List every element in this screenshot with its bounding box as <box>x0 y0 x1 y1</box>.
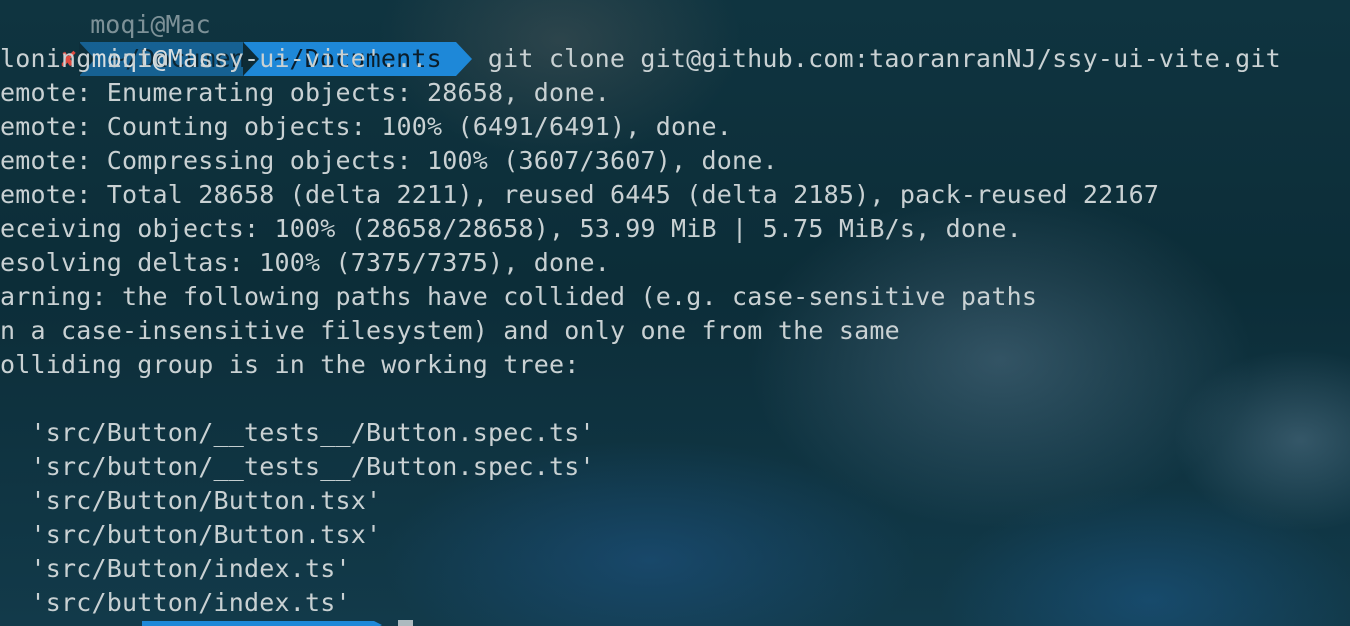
previous-prompt-line: moqi@Mac ~/Documents <box>0 0 306 76</box>
collided-path-line: 'src/button/Button.tsx' <box>0 520 382 549</box>
output-line: eceiving objects: 100% (28658/28658), 53… <box>0 214 1022 243</box>
output-line: loning into 'ssy-ui-vite'... <box>0 44 428 73</box>
output-line: n a case-insensitive filesystem) and onl… <box>0 316 900 345</box>
collided-path-line: 'src/Button/index.ts' <box>0 554 351 583</box>
command-text: git clone git@github.com:taoranranNJ/ssy… <box>487 44 1281 73</box>
collided-path-line: 'src/Button/__tests__/Button.spec.ts' <box>0 418 595 447</box>
output-line: emote: Compressing objects: 100% (3607/3… <box>0 146 778 175</box>
prompt-line: ✘ moqi@Mac ~/Documents git clone git@gith… <box>0 8 1281 76</box>
output-line: emote: Counting objects: 100% (6491/6491… <box>0 112 733 141</box>
output-line: emote: Total 28658 (delta 2211), reused … <box>0 180 1160 209</box>
output-line: emote: Enumerating objects: 28658, done. <box>0 78 611 107</box>
terminal-window[interactable]: moqi@Mac ~/Documents ✘ moqi@Mac ~/Docume… <box>0 0 1350 626</box>
next-prompt-directory-segment <box>142 621 382 626</box>
collided-path-line: 'src/Button/Button.tsx' <box>0 486 382 515</box>
collided-path-line: 'src/button/__tests__/Button.spec.ts' <box>0 452 595 481</box>
output-line: esolving deltas: 100% (7375/7375), done. <box>0 248 611 277</box>
text-cursor[interactable] <box>398 620 413 626</box>
output-line: olliding group is in the working tree: <box>0 350 580 379</box>
collided-path-line: 'src/button/index.ts' <box>0 588 351 617</box>
output-line: arning: the following paths have collide… <box>0 282 1038 311</box>
